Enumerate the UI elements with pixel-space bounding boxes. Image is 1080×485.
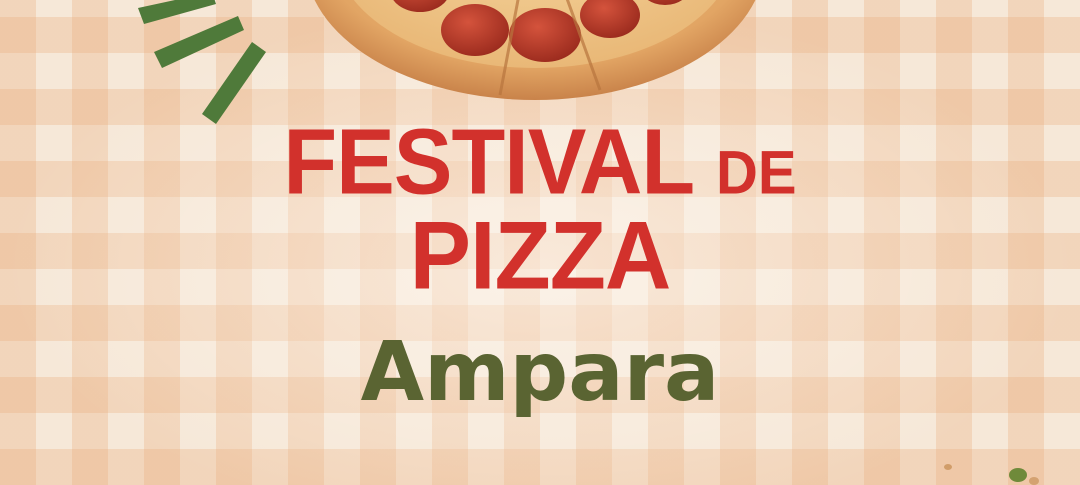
pizza-title-line: PIZZA bbox=[0, 208, 1080, 305]
location-name: Ampara bbox=[360, 325, 720, 420]
crumbs-icon bbox=[944, 464, 1039, 485]
pizza-word: PIZZA bbox=[409, 202, 672, 310]
festival-poster: FESTIVAL DE PIZZA Ampara bbox=[0, 0, 1080, 485]
pizza-illustration bbox=[314, 0, 756, 100]
festival-title-line: FESTIVAL DE bbox=[0, 115, 1080, 208]
festival-word: FESTIVAL bbox=[283, 109, 693, 214]
de-word: DE bbox=[716, 138, 797, 208]
